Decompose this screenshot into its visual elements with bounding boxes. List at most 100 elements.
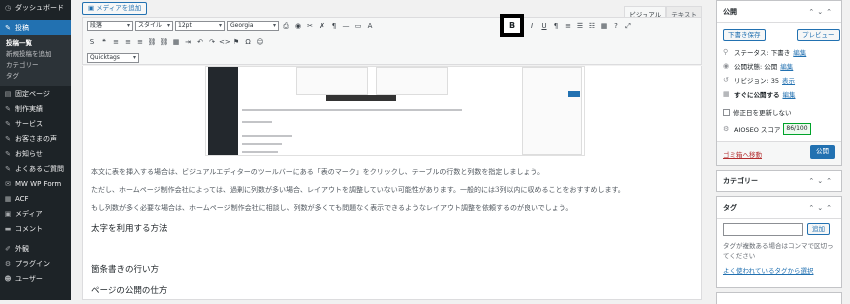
sidebar-item[interactable]: ▣ メディア (0, 206, 71, 221)
bookmark-icon[interactable]: ⚑ (231, 37, 241, 47)
submenu-item[interactable]: カテゴリー (0, 60, 71, 71)
align-justify-icon[interactable]: ≡ (563, 21, 573, 31)
sidebar-item-label: 制作実績 (15, 104, 43, 113)
add-media-button[interactable]: ▣ メディアを追加 (82, 2, 148, 15)
heading-2: 箇条書きの行い方 (91, 265, 160, 275)
box-arrows-icon[interactable]: ⌃⌄⌃ (808, 204, 835, 212)
align-left-icon[interactable]: ≡ (111, 37, 121, 47)
sidebar-item[interactable]: ✉ MW WP Form (0, 176, 71, 191)
sidebar-item-label: メディア (15, 209, 43, 218)
pin-icon: ✎ (5, 23, 11, 32)
sidebar-item[interactable]: ✐ 外観 (0, 241, 71, 256)
sidebar-item[interactable]: ✎ 制作実績 (0, 101, 71, 116)
help-icon[interactable]: ? (611, 21, 621, 31)
revisions-text: リビジョン: 35 (734, 77, 780, 85)
modified-label: 修正日を更新しない (733, 109, 792, 117)
editor-toolbar: 段落 スタイル 12pt Georgia ⎙ ◉ ✂ ✗ ¶ — ▭ A I U… (82, 17, 702, 65)
link-icon[interactable]: ⛓ (147, 37, 157, 47)
align-right-icon[interactable]: ≡ (135, 37, 145, 47)
submenu-item[interactable]: タグ (0, 71, 71, 82)
fullscreen-icon[interactable]: ⤢ (623, 21, 633, 31)
italic-icon[interactable]: I (527, 21, 537, 31)
font-family-select[interactable]: Georgia (227, 21, 279, 31)
sidebar-item[interactable]: ☻ ユーザー (0, 271, 71, 286)
visibility-icon: ◉ (723, 62, 730, 70)
underline-icon[interactable]: U (539, 21, 549, 31)
sidebar-item[interactable]: ▬ コメント (0, 221, 71, 236)
code-icon[interactable]: <> (219, 37, 231, 47)
pin-icon: ✎ (5, 164, 11, 173)
align-center-icon[interactable]: ≡ (123, 37, 133, 47)
box-arrows-icon[interactable]: ⌃⌄⌃ (808, 177, 835, 185)
quicktags-select[interactable]: Quicktags (87, 53, 139, 63)
box-arrows-icon[interactable]: ⌃⌄⌃ (808, 8, 835, 16)
sidebar-item-label: 投稿 (15, 23, 29, 32)
table-icon[interactable]: ▦ (599, 21, 609, 31)
insert-table-icon[interactable]: ▦ (171, 37, 181, 47)
rtl-icon[interactable]: ¶ (551, 21, 561, 31)
tags-help: タグが複数ある場合はコンマで区切ってください (723, 242, 834, 260)
submenu-item[interactable]: 新規投稿を追加 (0, 49, 71, 60)
revisions-link[interactable]: 表示 (782, 75, 795, 85)
sidebar-item-label: 固定ページ (15, 89, 50, 98)
redo-icon[interactable]: ↷ (207, 37, 217, 47)
sidebar-item[interactable]: ◷ ダッシュボード (0, 0, 71, 15)
embedded-screenshot-image (205, 66, 585, 156)
schedule-edit-link[interactable]: 編集 (783, 89, 796, 99)
image-icon[interactable]: ▭ (353, 21, 363, 31)
format-select[interactable]: 段落 (87, 21, 133, 31)
emoticon-icon[interactable]: ☺ (255, 37, 265, 47)
appearance-icon: ✐ (5, 244, 11, 253)
sidebar-item[interactable]: ▤ 固定ページ (0, 86, 71, 101)
indent-icon[interactable]: ⇥ (183, 37, 193, 47)
heading-3: ページの公開の仕方 (91, 286, 168, 296)
style-select[interactable]: スタイル (135, 21, 173, 31)
undo-icon[interactable]: ↶ (195, 37, 205, 47)
font-size-select[interactable]: 12pt (175, 21, 225, 31)
tags-title: タグ (723, 203, 737, 212)
add-tag-button[interactable]: 追加 (807, 223, 830, 235)
modified-checkbox[interactable] (723, 108, 730, 116)
cut-icon[interactable]: ✂ (305, 21, 315, 31)
sidebar-item[interactable]: ⚙ プラグイン (0, 256, 71, 271)
admin-sidebar: ◷ ダッシュボード ✎ 投稿 投稿一覧 新規投稿を追加 カテゴリー タグ ▤ 固定ページ ✎ 制作実績… (0, 0, 71, 300)
blockquote-icon[interactable]: ❝ (99, 37, 109, 47)
sidebar-item[interactable]: ✎ 投稿 (0, 20, 71, 35)
save-draft-button[interactable]: 下書き保存 (723, 29, 766, 41)
print-icon[interactable]: ⎙ (281, 21, 291, 31)
aioseo-score-badge[interactable]: 86/100 (783, 123, 811, 135)
bold-button-highlight[interactable]: B (500, 14, 524, 37)
visibility-edit-link[interactable]: 編集 (780, 61, 793, 71)
sidebar-item[interactable]: ✎ お知らせ (0, 146, 71, 161)
sidebar-item[interactable]: ✎ サービス (0, 116, 71, 131)
trash-link[interactable]: ゴミ箱へ移動 (723, 149, 762, 159)
submenu-item[interactable]: 投稿一覧 (0, 38, 71, 49)
strikethrough-icon[interactable]: S (87, 37, 97, 47)
preview-button[interactable]: プレビュー (797, 29, 840, 41)
editor-content[interactable]: 本文に表を挿入する場合は、ビジュアルエディターのツールバーにある「表のマーク」を… (82, 66, 702, 300)
numbered-list-icon[interactable]: ☷ (587, 21, 597, 31)
sidebar-item[interactable]: ✎ お客さまの声 (0, 131, 71, 146)
unlink-icon[interactable]: ⛓ (159, 37, 169, 47)
sidebar-item-label: プラグイン (15, 259, 50, 268)
visibility-text: 公開状態: 公開 (734, 63, 778, 71)
publish-button[interactable]: 公開 (810, 145, 835, 159)
pin-icon: ✎ (5, 104, 11, 113)
paragraph-icon[interactable]: ¶ (329, 21, 339, 31)
status-edit-link[interactable]: 編集 (793, 47, 806, 57)
pin-icon: ⚲ (723, 48, 729, 56)
horizontal-rule-icon[interactable]: — (341, 21, 351, 31)
sidebar-item[interactable]: ▦ ACF (0, 191, 71, 206)
posts-submenu: 投稿一覧 新規投稿を追加 カテゴリー タグ (0, 35, 71, 86)
bullet-list-icon[interactable]: ☰ (575, 21, 585, 31)
special-char-icon[interactable]: Ω (243, 37, 253, 47)
remove-format-icon[interactable]: ✗ (317, 21, 327, 31)
popular-tags-link[interactable]: よく使われているタグから選択 (723, 265, 813, 275)
category-box: カテゴリー ⌃⌄⌃ (716, 170, 842, 192)
text-color-icon[interactable]: A (365, 21, 375, 31)
sidebar-item-label: 外観 (15, 244, 29, 253)
sidebar-item[interactable]: ✎ よくあるご質問 (0, 161, 71, 176)
sidebar-item-label: ダッシュボード (15, 3, 64, 12)
shortcode-icon[interactable]: ◉ (293, 21, 303, 31)
tag-input[interactable] (723, 223, 803, 236)
